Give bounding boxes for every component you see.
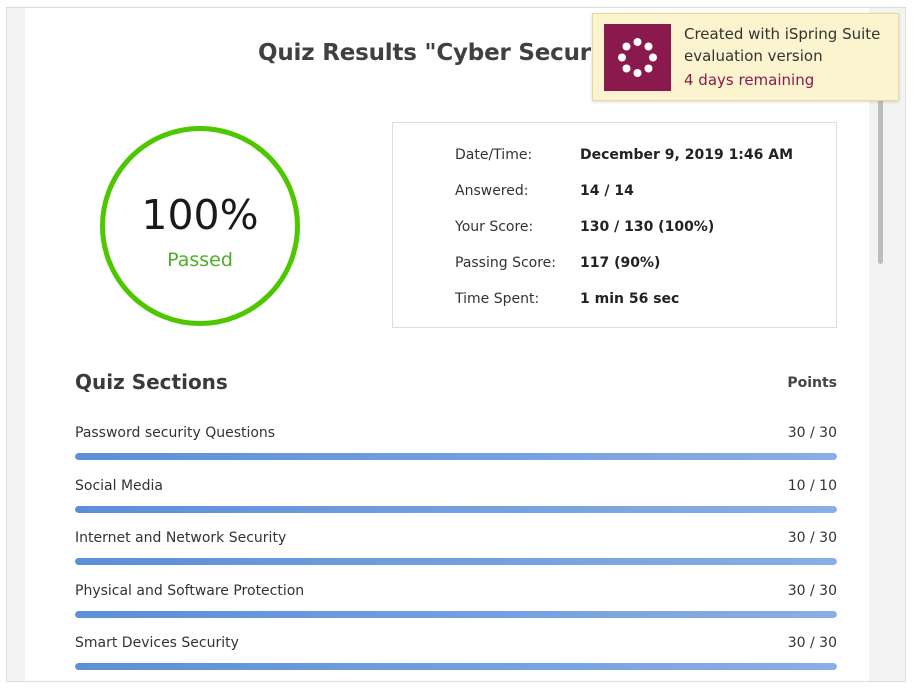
progress-fill (75, 611, 837, 618)
progress-fill (75, 506, 837, 513)
stat-row-your-score: Your Score: 130 / 130 (100%) (455, 217, 836, 237)
section-row: Smart Devices Security 30 / 30 (75, 633, 837, 673)
progress-bar (75, 663, 837, 670)
sections-heading: Quiz Sections (75, 370, 228, 394)
progress-fill (75, 558, 837, 565)
section-points: 30 / 30 (787, 530, 837, 546)
section-row: Password security Questions 30 / 30 (75, 423, 837, 463)
stat-row-passing-score: Passing Score: 117 (90%) (455, 253, 836, 273)
pass-status: Passed (167, 249, 233, 271)
stat-value: 14 / 14 (580, 183, 634, 199)
progress-bar (75, 453, 837, 460)
evaluation-line-1: Created with iSpring Suite (684, 25, 881, 43)
evaluation-notice: Created with iSpring Suite evaluation ve… (592, 13, 899, 101)
stat-label: Time Spent: (455, 291, 540, 307)
progress-fill (75, 663, 837, 670)
progress-bar (75, 611, 837, 618)
points-heading: Points (787, 375, 837, 391)
section-row: Social Media 10 / 10 (75, 476, 837, 516)
section-points: 30 / 30 (787, 425, 837, 441)
score-percent: 100% (141, 191, 259, 239)
stat-label: Your Score: (455, 219, 534, 235)
results-page: Quiz Results "Cyber Security" 100% Passe… (25, 8, 869, 681)
progress-bar (75, 506, 837, 513)
section-name: Physical and Software Protection (75, 583, 305, 599)
progress-fill (75, 453, 837, 460)
ispring-logo-icon (604, 24, 671, 91)
stats-panel: Date/Time: December 9, 2019 1:46 AM Answ… (392, 122, 837, 328)
stat-value: 1 min 56 sec (580, 291, 680, 307)
stat-label: Passing Score: (455, 255, 557, 271)
section-points: 30 / 30 (787, 583, 837, 599)
evaluation-text: Created with iSpring Suite evaluation ve… (684, 23, 880, 91)
stat-label: Date/Time: (455, 147, 533, 163)
score-ring: 100% Passed (100, 126, 300, 326)
evaluation-line-2: evaluation version (684, 47, 823, 65)
stat-value: 130 / 130 (100%) (580, 219, 715, 235)
stat-value: 117 (90%) (580, 255, 661, 271)
section-row: Physical and Software Protection 30 / 30 (75, 581, 837, 621)
progress-bar (75, 558, 837, 565)
stat-row-answered: Answered: 14 / 14 (455, 181, 836, 201)
stat-row-datetime: Date/Time: December 9, 2019 1:46 AM (455, 145, 836, 165)
section-points: 30 / 30 (787, 635, 837, 651)
section-name: Smart Devices Security (75, 635, 239, 651)
quiz-results-frame: Quiz Results "Cyber Security" 100% Passe… (6, 7, 906, 682)
days-remaining: 4 days remaining (684, 71, 815, 89)
section-name: Internet and Network Security (75, 530, 287, 546)
section-row: Internet and Network Security 30 / 30 (75, 528, 837, 568)
stat-label: Answered: (455, 183, 529, 199)
section-name: Password security Questions (75, 425, 276, 441)
section-points: 10 / 10 (787, 478, 837, 494)
section-name: Social Media (75, 478, 164, 494)
stat-row-time-spent: Time Spent: 1 min 56 sec (455, 289, 836, 309)
stat-value: December 9, 2019 1:46 AM (580, 147, 794, 163)
